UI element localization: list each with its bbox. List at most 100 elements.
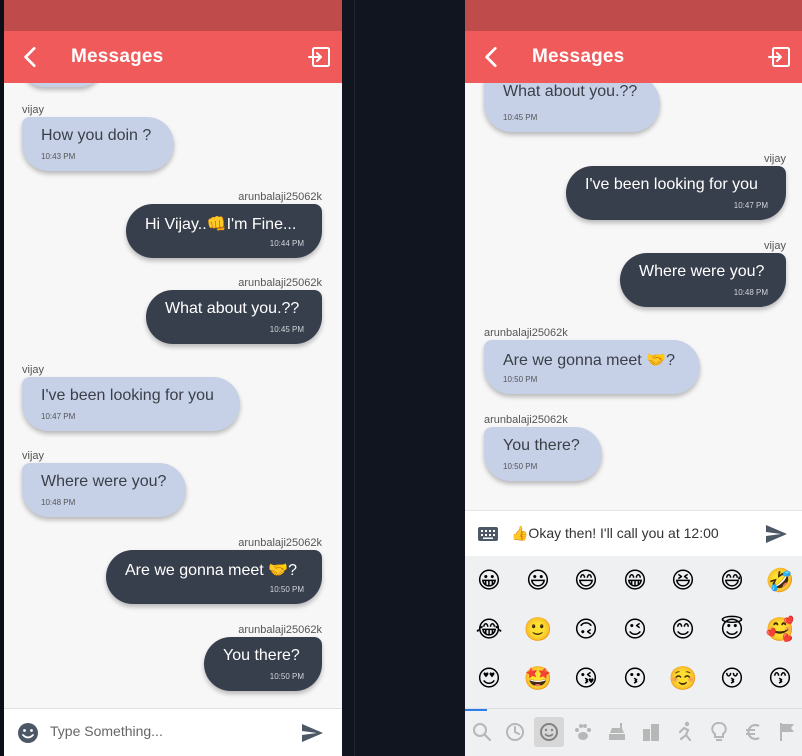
message-bubble[interactable]: You there? 10:50 PM [484, 427, 602, 481]
message-bubble[interactable]: How you doin ? 10:43 PM [22, 117, 174, 171]
right-phone-screen: Messages What about you.?? 10:45 PM vija… [465, 0, 802, 756]
message-sender: vijay [763, 240, 786, 252]
emoji-key[interactable]: 🤣 [764, 564, 796, 596]
message-bubble[interactable]: You there? 10:50 PM [204, 637, 322, 691]
message-sender: vijay [763, 153, 786, 165]
message-time: 10:45 PM [503, 113, 538, 122]
device-divider [342, 0, 465, 756]
activity-icon[interactable] [670, 717, 700, 747]
message-text: I've been looking for you [41, 387, 214, 404]
page-title: Messages [71, 46, 164, 67]
message-time: 10:48 PM [733, 288, 768, 297]
recent-icon[interactable] [500, 717, 530, 747]
emoji-key[interactable]: ☺️ [667, 662, 699, 694]
euro-icon[interactable] [738, 717, 768, 747]
status-bar [4, 0, 342, 31]
logout-icon[interactable] [308, 45, 332, 69]
message-text: You there? [223, 647, 300, 664]
message-sender: vijay [22, 104, 45, 116]
page-title: Messages [532, 46, 625, 67]
message-time: 10:44 PM [269, 239, 304, 248]
message-text: Where were you? [639, 263, 765, 280]
emoji-key[interactable]: 😅 [716, 564, 748, 596]
message-text: What about you.?? [165, 300, 300, 317]
message-bubble[interactable]: Are we gonna meet 🤝? 10:50 PM [106, 550, 322, 604]
logout-icon[interactable] [768, 45, 792, 69]
back-arrow-icon[interactable] [479, 44, 505, 70]
emoji-key[interactable]: 😄 [570, 564, 602, 596]
message-text: Hi Vijay..👊I'm Fine... [145, 216, 297, 233]
search-icon[interactable] [467, 717, 497, 747]
message-text: I've been looking for you [585, 176, 758, 193]
message-bubble[interactable]: Where were you? 10:48 PM [620, 253, 786, 307]
keyboard-icon[interactable] [477, 525, 499, 543]
message-time: 10:43 PM [41, 152, 76, 161]
back-arrow-icon[interactable] [18, 44, 44, 70]
emoji-key[interactable]: 😁 [619, 564, 651, 596]
lightbulb-icon[interactable] [704, 717, 734, 747]
message-time: 10:50 PM [503, 375, 538, 384]
emoji-category-bar [465, 708, 802, 756]
emoji-key[interactable]: 😃 [522, 564, 554, 596]
message-text: How you doin ? [41, 127, 152, 144]
emoji-key[interactable]: 😊 [667, 613, 699, 645]
emoji-key[interactable]: 😆 [667, 564, 699, 596]
message-time: 10:50 PM [503, 462, 538, 471]
message-sender: arunbalaji25062k [238, 537, 322, 549]
message-time: 10:47 PM [41, 412, 76, 421]
send-icon[interactable] [764, 522, 788, 546]
message-sender: arunbalaji25062k [238, 624, 322, 636]
emoji-key[interactable]: 😗 [619, 662, 651, 694]
emoji-key[interactable]: 😘 [570, 662, 602, 694]
message-sender: arunbalaji25062k [484, 414, 568, 426]
message-bubble[interactable]: What about you.?? 10:45 PM [484, 83, 660, 132]
emoji-key[interactable]: 😂 [473, 613, 505, 645]
smiley-icon[interactable] [534, 717, 564, 747]
food-icon[interactable] [602, 717, 632, 747]
message-bubble[interactable]: What about you.?? 10:45 PM [146, 290, 322, 344]
emoji-key[interactable]: 😙 [764, 662, 796, 694]
emoji-key[interactable]: 😇 [716, 613, 748, 645]
app-bar: Messages [4, 31, 342, 83]
send-icon[interactable] [300, 721, 324, 745]
buildings-icon[interactable] [636, 717, 666, 747]
message-list: vijay How you doin ? 10:43 PM arunbalaji… [4, 83, 342, 705]
message-text: You there? [503, 437, 580, 454]
message-sender: vijay [22, 364, 45, 376]
emoji-key[interactable]: 😚 [716, 662, 748, 694]
paw-icon[interactable] [568, 717, 598, 747]
message-time: 10:45 PM [269, 325, 304, 334]
emoji-key[interactable]: 🤩 [522, 662, 554, 694]
message-input[interactable]: Type Something... [50, 723, 163, 739]
message-bubble[interactable]: I've been looking for you 10:47 PM [566, 166, 786, 220]
emoji-key[interactable]: 😀 [473, 564, 505, 596]
flag-icon[interactable] [772, 717, 802, 747]
emoji-key[interactable]: 😉 [619, 613, 651, 645]
message-sender: arunbalaji25062k [238, 191, 322, 203]
message-time: 10:50 PM [269, 585, 304, 594]
emoji-key[interactable]: 🥰 [764, 613, 796, 645]
message-time: 10:47 PM [733, 201, 768, 210]
message-input[interactable]: 👍Okay then! I'll call you at 12:00 [511, 525, 719, 542]
message-bubble[interactable]: Are we gonna meet 🤝? 10:50 PM [484, 340, 700, 394]
message-bubble-partial [22, 83, 102, 87]
app-bar: Messages [465, 31, 802, 83]
message-time: 10:50 PM [269, 672, 304, 681]
emoji-key[interactable]: 😍 [473, 662, 505, 694]
message-bubble[interactable]: Hi Vijay..👊I'm Fine... 10:44 PM [126, 204, 322, 258]
message-sender: arunbalaji25062k [238, 277, 322, 289]
message-list: What about you.?? 10:45 PM vijay I've be… [465, 83, 802, 510]
message-text: Are we gonna meet 🤝? [125, 562, 298, 579]
message-sender: arunbalaji25062k [484, 327, 568, 339]
message-composer: 👍Okay then! I'll call you at 12:00 [465, 510, 802, 556]
message-text: What about you.?? [503, 83, 638, 100]
message-bubble[interactable]: Where were you? 10:48 PM [22, 463, 186, 517]
emoji-key[interactable]: 🙂 [522, 613, 554, 645]
emoji-toggle-icon[interactable] [16, 721, 40, 745]
message-composer: Type Something... [4, 708, 342, 756]
message-bubble[interactable]: I've been looking for you 10:47 PM [22, 377, 240, 431]
emoji-key[interactable]: 🙃 [570, 613, 602, 645]
message-text: Where were you? [41, 473, 167, 490]
message-text: Are we gonna meet 🤝? [503, 352, 676, 369]
message-time: 10:48 PM [41, 498, 76, 507]
